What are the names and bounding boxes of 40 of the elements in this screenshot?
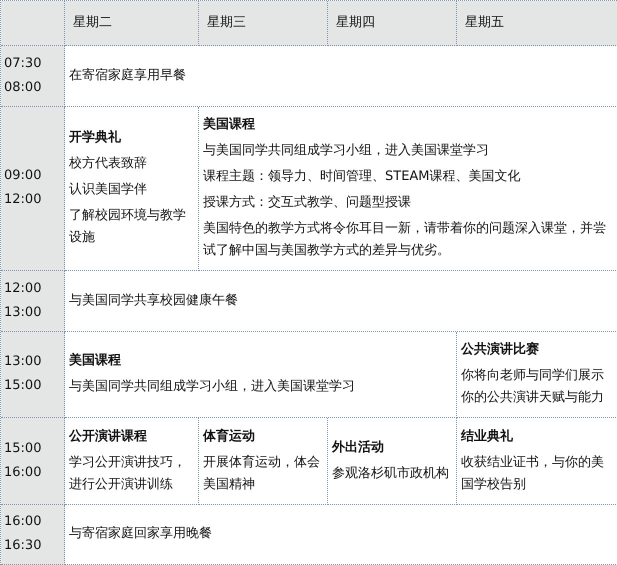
cell-text: 开展体育运动，体会美国精神 [203,454,321,494]
time-text: 12:00 [4,191,42,210]
time-text: 13:00 [4,304,42,322]
cell-title: 美国课程 [203,116,256,134]
cell-text: 授课方式：交互式教学、问题型授课 [203,194,412,212]
cell-title: 结业典礼 [461,428,514,446]
time-text: 15:00 [4,440,42,458]
cell-text: 在寄宿家庭享用早餐 [69,66,187,85]
cell-text: 你将向老师与同学们展示你的公共演讲天赋与能力 [461,367,605,408]
cell-text: 与美国同学共同组成学习小组，进入美国课堂学习 [203,142,490,160]
column-header: 星期五 [457,1,617,46]
column-header: 星期四 [328,1,457,46]
column-header: 星期二 [65,1,199,46]
time-text: 07:30 [4,54,42,73]
time-text: 15:00 [4,377,42,396]
cell-title: 公共演讲比赛 [461,340,540,360]
cell-title: 外出活动 [332,438,385,457]
time-text: 08:00 [4,78,42,97]
cell-text: 与美国同学共享校园健康午餐 [69,292,239,310]
time-text: 16:30 [4,537,42,556]
cell-text: 认识美国学伴 [69,181,148,200]
cell-title: 美国课程 [69,352,122,370]
cell-text: 与美国同学共同组成学习小组，进入美国课堂学习 [69,378,356,396]
cell-text: 学习公开演讲技巧，进行公开演讲训练 [69,454,187,494]
cell-text: 收获结业证书，与你的美国学校告别 [461,454,605,494]
cell-text: 美国特色的教学方式将令你耳目一新，请带着你的问题深入课堂，并尝试了解中国与美国教学方式的差异与优劣。 [203,220,607,260]
cell-title: 公开演讲课程 [69,428,148,446]
cell-text: 校方代表致辞 [69,155,148,174]
cell-text: 与寄宿家庭回家享用晚餐 [69,525,213,544]
column-header: 星期三 [199,1,328,46]
cell-text: 参观洛杉矶市政机构 [332,464,450,483]
time-text: 09:00 [4,167,42,186]
cell-text: 了解校园环境与教学设施 [69,207,187,248]
cell-title: 体育运动 [203,428,256,446]
cell-text: 课程主题：领导力、时间管理、STEAM课程、美国文化 [203,168,522,186]
time-text: 12:00 [4,280,42,298]
time-text: 16:00 [4,464,42,482]
time-text: 16:00 [4,513,42,532]
time-text: 13:00 [4,353,42,372]
cell-title: 开学典礼 [69,128,122,148]
